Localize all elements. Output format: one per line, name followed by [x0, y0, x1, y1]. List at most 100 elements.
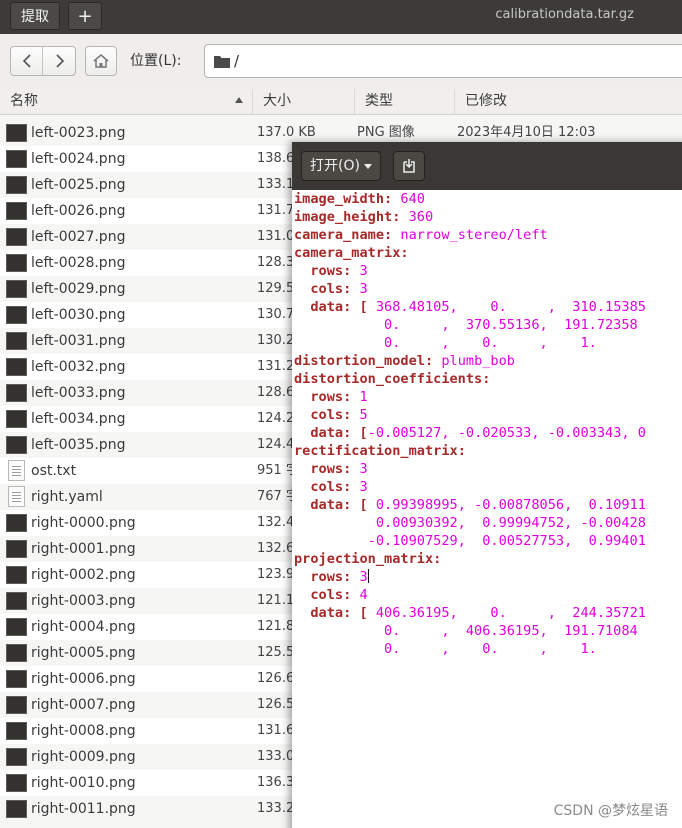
- file-name: right-0002.png: [31, 567, 136, 583]
- forward-button[interactable]: [44, 47, 76, 75]
- file-name: left-0031.png: [31, 333, 126, 349]
- file-name: left-0028.png: [31, 255, 126, 271]
- yaml-key: image_height: [294, 209, 393, 225]
- yaml-key: camera_matrix: [294, 245, 401, 261]
- file-size: 136.3: [257, 775, 295, 790]
- image-thumbnail-icon: [6, 228, 27, 246]
- yaml-value: 1: [359, 389, 368, 405]
- yaml-key: :: [343, 407, 360, 423]
- file-size: 124.4: [257, 437, 295, 452]
- file-name: right-0001.png: [31, 541, 136, 557]
- image-thumbnail-icon: [6, 202, 27, 220]
- yaml-key: cols: [294, 281, 344, 297]
- code-line: 0. , 0. , 1.: [294, 640, 646, 658]
- yaml-key: :: [424, 353, 442, 369]
- extract-button[interactable]: 提取: [10, 2, 60, 30]
- open-button-label: 打开(O): [310, 158, 360, 174]
- yaml-value: -0.005127, -0.020533, -0.003343, 0: [367, 425, 646, 441]
- code-line: rows: 3: [294, 460, 646, 478]
- image-thumbnail-icon: [6, 514, 27, 532]
- yaml-key: rows: [294, 389, 344, 405]
- path-field[interactable]: /: [204, 44, 682, 78]
- file-name: left-0032.png: [31, 359, 126, 375]
- code-line: camera_matrix:: [294, 244, 646, 262]
- column-name-header[interactable]: 名称: [0, 89, 256, 114]
- file-name: left-0023.png: [31, 125, 126, 141]
- image-thumbnail-icon: [6, 696, 27, 714]
- image-thumbnail-icon: [6, 358, 27, 376]
- file-size: 121.8: [257, 619, 295, 634]
- yaml-key: image_width: [294, 191, 385, 207]
- image-thumbnail-icon: [6, 618, 27, 636]
- new-document-button[interactable]: [393, 151, 425, 181]
- open-button[interactable]: 打开(O): [301, 151, 381, 181]
- file-name: right-0005.png: [31, 645, 136, 661]
- file-size: 133.2: [257, 801, 295, 816]
- code-line: 0. , 0. , 1.: [294, 334, 646, 352]
- image-thumbnail-icon: [6, 748, 27, 766]
- file-name: left-0034.png: [31, 411, 126, 427]
- column-modified-header[interactable]: 已修改: [454, 89, 682, 114]
- editor-text-area[interactable]: image_width: 640 image_height: 360 camera_…: [292, 190, 682, 828]
- yaml-value: 0. , 0. , 1.: [294, 641, 597, 657]
- image-thumbnail-icon: [6, 280, 27, 298]
- yaml-key: : [: [343, 497, 376, 513]
- yaml-key: data: [294, 605, 344, 621]
- image-thumbnail-icon: [6, 540, 27, 558]
- file-name: right-0004.png: [31, 619, 136, 635]
- back-button[interactable]: [11, 47, 43, 75]
- file-size: 130.2: [257, 333, 295, 348]
- yaml-key: rows: [294, 461, 344, 477]
- yaml-key: :: [384, 191, 401, 207]
- image-thumbnail-icon: [6, 176, 27, 194]
- yaml-key: :: [457, 443, 466, 459]
- file-name: left-0030.png: [31, 307, 126, 323]
- file-name: right-0010.png: [31, 775, 136, 791]
- yaml-key: : [: [343, 425, 368, 441]
- yaml-key: :: [343, 263, 360, 279]
- add-button[interactable]: +: [68, 2, 102, 30]
- column-size-header[interactable]: 大小: [252, 89, 354, 114]
- yaml-value: 3: [359, 569, 368, 585]
- yaml-value: 0. , 406.36195, 191.71084: [294, 623, 638, 639]
- file-name: left-0024.png: [31, 151, 126, 167]
- image-thumbnail-icon: [6, 722, 27, 740]
- yaml-key: : [: [343, 299, 376, 315]
- file-name: right-0007.png: [31, 697, 136, 713]
- yaml-key: rows: [294, 263, 344, 279]
- location-label: 位置(L):: [130, 53, 182, 69]
- yaml-value: 3: [359, 281, 368, 297]
- yaml-key: :: [343, 389, 360, 405]
- file-name: left-0026.png: [31, 203, 126, 219]
- yaml-key: :: [400, 245, 409, 261]
- column-type-header[interactable]: 类型: [354, 89, 454, 114]
- code-line: rows: 3: [294, 568, 646, 586]
- code-line: data: [-0.005127, -0.020533, -0.003343, …: [294, 424, 646, 442]
- yaml-key: :: [343, 281, 360, 297]
- file-size: 126.6: [257, 671, 295, 686]
- text-cursor: [367, 569, 369, 583]
- yaml-value: narrow_stereo/left: [400, 227, 548, 243]
- code-line: -0.10907529, 0.00527753, 0.99401: [294, 532, 646, 550]
- code-line: cols: 4: [294, 586, 646, 604]
- yaml-key: :: [343, 587, 360, 603]
- code-line: data: [ 0.99398995, -0.00878056, 0.10911: [294, 496, 646, 514]
- image-thumbnail-icon: [6, 384, 27, 402]
- yaml-key: :: [433, 551, 442, 567]
- code-line: rows: 3: [294, 262, 646, 280]
- home-button[interactable]: [85, 46, 117, 76]
- file-size: 128.3: [257, 255, 295, 270]
- image-thumbnail-icon: [6, 150, 27, 168]
- file-name: left-0025.png: [31, 177, 126, 193]
- text-file-icon: [8, 460, 25, 481]
- yaml-key: distortion_model: [294, 353, 425, 369]
- file-name: right-0009.png: [31, 749, 136, 765]
- file-size: 131.7: [257, 203, 295, 218]
- code-line: distortion_coefficients:: [294, 370, 646, 388]
- history-nav: [10, 46, 76, 76]
- file-name: right-0008.png: [31, 723, 136, 739]
- yaml-key: projection_matrix: [294, 551, 434, 567]
- image-thumbnail-icon: [6, 306, 27, 324]
- image-thumbnail-icon: [6, 332, 27, 350]
- code-line: 0.00930392, 0.99994752, -0.00428: [294, 514, 646, 532]
